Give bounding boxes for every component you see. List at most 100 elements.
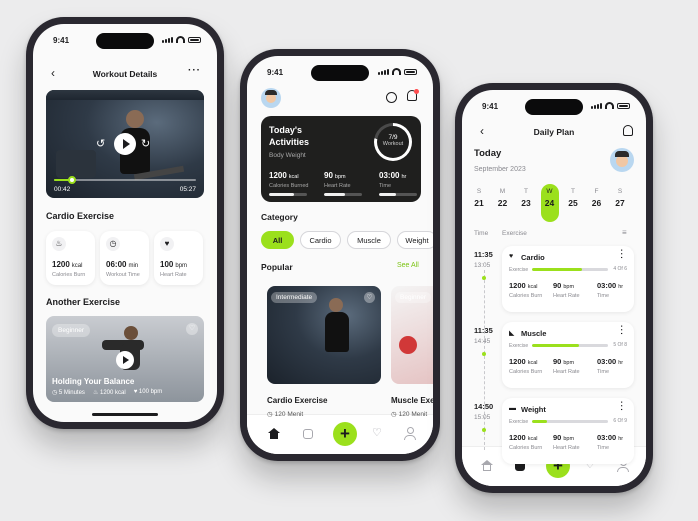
level-badge: Beginner <box>52 324 91 337</box>
plan-metric-unit: kcal <box>527 436 538 442</box>
status-bar: 9:41 <box>247 68 433 82</box>
ring-value: 7/9 <box>388 134 398 141</box>
day-letter: S <box>476 188 482 195</box>
gym-machine <box>56 150 96 178</box>
category-chip[interactable]: Cardio <box>300 231 341 249</box>
level-badge: Beginner <box>395 292 432 303</box>
signal-icon <box>162 36 173 43</box>
battery-icon <box>617 102 630 109</box>
status-time: 9:41 <box>482 102 499 111</box>
plan-metric-unit: kcal <box>527 360 538 366</box>
category-chip[interactable]: Muscle <box>347 231 391 249</box>
plan-metric-label: Heart Rate <box>553 369 580 375</box>
video-scrubber[interactable] <box>68 176 77 184</box>
weight-plate <box>399 336 417 354</box>
rewind-icon[interactable]: ↺ <box>96 137 105 150</box>
search-icon[interactable] <box>386 92 397 103</box>
plan-card[interactable]: ▬ Weight ··· Exercise 6 Of 9 1200 kcal Calories… <box>502 398 634 464</box>
day-picker-item[interactable]: S 27 <box>611 184 629 222</box>
favorite-icon[interactable]: ♡ <box>364 292 375 303</box>
plan-metric-value-row: 1200 kcal <box>509 433 537 442</box>
day-picker-item[interactable]: M 22 <box>494 184 512 222</box>
kcal-value: 1200 kcal <box>100 390 126 396</box>
metric-progress-fill <box>269 193 294 196</box>
plan-card[interactable]: ♥ Cardio ··· Exercise 4 Of 6 1200 kcal Calories… <box>502 246 634 312</box>
heart-icon: ♥ <box>509 253 514 260</box>
day-picker-item[interactable]: W 24 <box>540 184 559 222</box>
video-total: 05:27 <box>179 186 196 193</box>
plan-card[interactable]: ◣ Muscle ··· Exercise 5 Of 8 1200 kcal Calories… <box>502 322 634 388</box>
bell-icon[interactable] <box>407 89 419 101</box>
metric-value-row: 90 bpm <box>324 171 370 180</box>
day-number: 27 <box>615 198 625 208</box>
avatar[interactable] <box>261 88 281 108</box>
plan-more-icon[interactable]: ··· <box>617 325 626 336</box>
metric-progress <box>324 193 362 196</box>
profile-icon[interactable] <box>407 427 414 434</box>
add-button[interactable]: + <box>333 422 357 446</box>
heart-nav-icon[interactable]: ♡ <box>372 426 382 439</box>
dumbbell-icon: ▬ <box>509 405 516 412</box>
ceiling-lights <box>46 90 204 100</box>
plan-end-time: 13:05 <box>474 262 491 269</box>
activities-title-line2: Activities <box>269 137 310 147</box>
column-exercise: Exercise <box>502 230 527 237</box>
bell-icon[interactable] <box>623 125 633 136</box>
meta-bpm: ♥ 100 bpm <box>134 389 163 396</box>
play-button[interactable] <box>114 133 136 155</box>
plan-count: 4 Of 6 <box>613 266 627 272</box>
forward-icon[interactable]: ↻ <box>141 137 150 150</box>
plan-progress <box>532 420 608 423</box>
category-chip[interactable]: All <box>261 231 294 249</box>
plan-metric-unit: kcal <box>527 284 538 290</box>
day-picker-item[interactable]: S 21 <box>470 184 488 222</box>
metric-label: Calories Burned <box>269 183 309 189</box>
play-icon <box>122 139 130 149</box>
popular-card-image[interactable]: Beginner <box>391 286 433 384</box>
column-time: Time <box>474 230 489 237</box>
plan-metric-unit: bpm <box>563 360 575 366</box>
category-chip[interactable]: Weight <box>397 231 433 249</box>
plan-more-icon[interactable]: ··· <box>617 249 626 260</box>
phone-workout-details: 9:41 ‹ Workout Details ··· ↺ ↻ 00:42 05:… <box>26 17 224 429</box>
more-icon[interactable]: ··· <box>188 65 201 76</box>
stat-value: 100 <box>160 260 174 269</box>
minutes-value: 5 Minutes <box>58 390 85 396</box>
timeline-line <box>484 270 485 450</box>
day-picker-item[interactable]: F 26 <box>588 184 606 222</box>
plan-more-icon[interactable]: ··· <box>617 401 626 412</box>
plan-metric-value: 90 <box>553 357 562 366</box>
see-all-link[interactable]: See All <box>397 262 419 269</box>
plan-metric-value: 03:00 <box>597 357 617 366</box>
plan-metric-value-row: 03:00 hr <box>597 433 623 442</box>
plan-progress <box>532 344 608 347</box>
day-number: 26 <box>591 198 602 208</box>
day-picker-item[interactable]: T 23 <box>517 184 535 222</box>
heart-icon: ♥ <box>133 389 138 395</box>
profile-icon-body <box>404 435 416 440</box>
avatar[interactable] <box>610 148 634 172</box>
athlete-body <box>325 312 349 352</box>
workout-video[interactable]: ↺ ↻ 00:42 05:27 <box>46 90 204 198</box>
play-button[interactable] <box>116 351 134 369</box>
popular-card-title: Muscle Exe <box>391 396 433 405</box>
sort-icon[interactable]: ≡ <box>622 228 627 237</box>
signal-icon <box>378 68 389 75</box>
plan-metric-unit: hr <box>618 284 624 290</box>
popular-card-image[interactable]: Intermediate ♡ <box>267 286 381 384</box>
activities-card[interactable]: Today's Activities Body Weight 7/9 Worko… <box>261 116 421 202</box>
day-picker-item[interactable]: T 25 <box>564 184 582 222</box>
plan-progress <box>532 268 608 271</box>
flame-icon: ♨ <box>52 237 66 251</box>
calendar-icon[interactable] <box>303 429 313 439</box>
stat-label: Calories Burn <box>52 272 86 278</box>
popular-title: Popular <box>261 262 293 272</box>
plan-metric-label: Heart Rate <box>553 293 580 299</box>
exercise-meta: ◷ 5 Minutes ♨ 1200 kcal ♥ 100 bpm <box>52 389 162 396</box>
flame-icon: ♨ <box>92 390 99 396</box>
favorite-icon[interactable]: ♡ <box>186 323 198 335</box>
metric-value: 03:00 <box>379 171 400 180</box>
another-exercise-card[interactable]: Beginner ♡ Holding Your Balance ◷ 5 Minu… <box>46 316 204 402</box>
screen-daily-plan: 9:41 ‹ Daily Plan Today September 2023 T… <box>462 90 646 486</box>
plan-name: Muscle <box>521 329 547 338</box>
